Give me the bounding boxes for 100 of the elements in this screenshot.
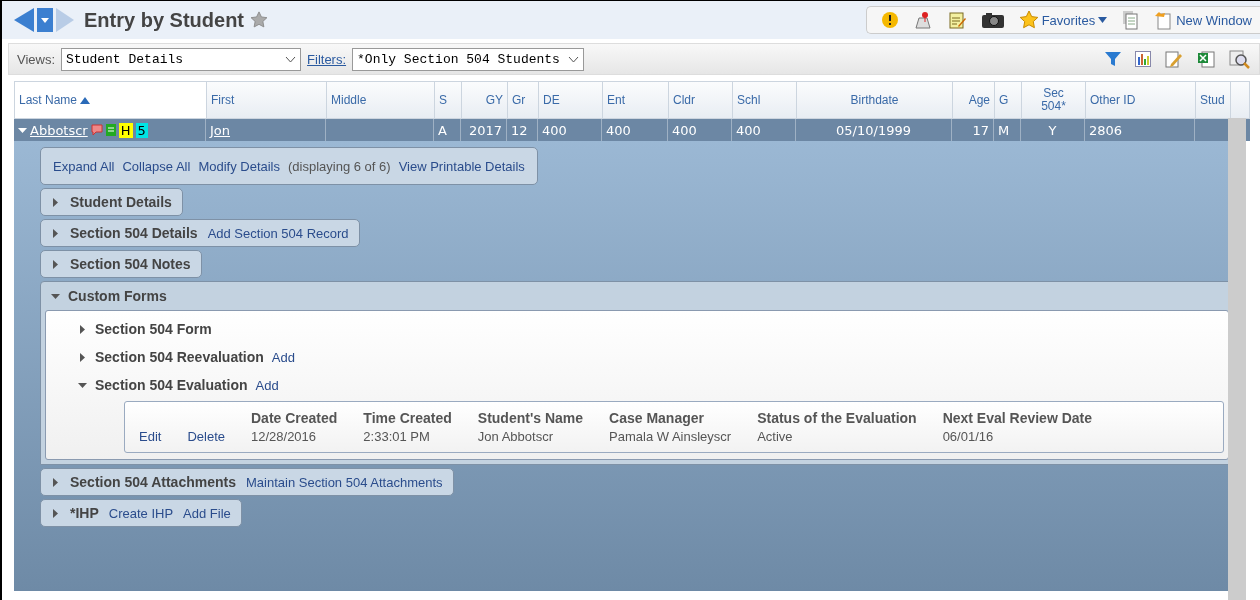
caret-right-icon[interactable]: [78, 352, 87, 362]
table-cell: 2017: [468, 122, 502, 138]
action-link[interactable]: Expand All: [53, 158, 115, 174]
action-link[interactable]: Modify Details: [198, 158, 280, 174]
window-icon: [1153, 10, 1174, 30]
chevron-down-icon[interactable]: [285, 55, 297, 63]
field-value: 06/01/16: [942, 429, 995, 444]
column-header[interactable]: G: [995, 82, 1022, 118]
student-link[interactable]: Abbotscr: [30, 122, 88, 138]
section-header[interactable]: Section 504 Notes: [40, 250, 202, 278]
caret-right-icon[interactable]: [78, 324, 87, 334]
column-header[interactable]: Birthdate: [797, 82, 953, 118]
field-label: Next Eval Review Date: [942, 410, 1093, 426]
column-header[interactable]: GY: [462, 82, 508, 118]
views-dropdown[interactable]: Student Details: [61, 47, 302, 71]
field-value: 12/28/2016: [251, 429, 318, 444]
field-value: 2:33:01 PM: [363, 429, 431, 444]
add-link[interactable]: Add Section 504 Record: [207, 225, 349, 241]
back-arrow-icon[interactable]: [14, 8, 34, 32]
notepad-icon[interactable]: [946, 10, 967, 30]
scrollbar[interactable]: [1228, 118, 1246, 600]
form-title[interactable]: Section 504 Reevaluation: [95, 349, 264, 365]
caret-right-icon[interactable]: [51, 477, 60, 487]
section-header[interactable]: Student Details: [40, 188, 183, 216]
dropdown-icon[interactable]: [37, 8, 53, 32]
action-link[interactable]: Collapse All: [122, 158, 191, 174]
new-window-button[interactable]: New Window: [1153, 10, 1252, 30]
caret-right-icon[interactable]: [51, 259, 60, 269]
column-header[interactable]: Stud: [1196, 82, 1231, 118]
table-cell: 12: [511, 122, 528, 138]
table-cell: M: [998, 122, 1010, 138]
table-cell: 400: [736, 122, 761, 138]
document-icon[interactable]: [1121, 10, 1140, 30]
add-link[interactable]: Add: [271, 349, 295, 365]
record-action-link[interactable]: Edit: [139, 429, 162, 444]
field-value: Active: [757, 429, 794, 444]
first-name-link[interactable]: Jon: [210, 122, 231, 138]
caret-down-icon[interactable]: [51, 291, 60, 301]
caret-right-icon[interactable]: [51, 508, 60, 518]
favorites-menu[interactable]: Favorites: [1018, 10, 1108, 30]
section-header[interactable]: *IHP Create IHP Add File: [40, 499, 242, 527]
camera-icon[interactable]: [980, 11, 1005, 29]
caret-down-icon[interactable]: [18, 125, 27, 135]
column-header[interactable]: First: [207, 82, 327, 118]
action-link[interactable]: View Printable Details: [398, 158, 525, 174]
field-label: Status of the Evaluation: [757, 410, 917, 426]
column-header[interactable]: Last Name: [15, 82, 207, 118]
column-header[interactable]: DE: [539, 82, 603, 118]
spreadsheet-icon[interactable]: [1197, 50, 1215, 68]
record-action-link[interactable]: Delete: [187, 429, 225, 444]
page-title: Entry by Student: [84, 8, 244, 32]
field-label: Student's Name: [477, 410, 584, 426]
alert-icon[interactable]: [880, 11, 899, 29]
table-cell: 17: [972, 122, 989, 138]
column-header[interactable]: Age: [953, 82, 995, 118]
filter-icon[interactable]: [1105, 51, 1121, 67]
print-preview-icon[interactable]: [1229, 49, 1251, 69]
column-header[interactable]: Ent: [603, 82, 669, 118]
filters-link[interactable]: Filters:: [307, 51, 347, 67]
field-label: Case Manager: [609, 410, 705, 426]
table-cell: 400: [606, 122, 631, 138]
add-link[interactable]: Add: [255, 377, 279, 393]
field-label: Date Created: [251, 410, 338, 426]
field-value: Jon Abbotscr: [477, 429, 554, 444]
column-header[interactable]: Other ID: [1086, 82, 1196, 118]
map-pin-icon[interactable]: [912, 10, 933, 30]
section-title[interactable]: Custom Forms: [68, 288, 167, 304]
bar-chart-icon[interactable]: [1135, 51, 1151, 67]
form-title[interactable]: Section 504 Form: [95, 321, 212, 337]
caret-down-icon: [1098, 17, 1108, 23]
column-header[interactable]: Sec 504*: [1022, 82, 1086, 118]
column-header[interactable]: S: [435, 82, 462, 118]
star-icon: [1018, 10, 1039, 30]
table-cell: 400: [542, 122, 567, 138]
section-header[interactable]: Section 504 Details Add Section 504 Record: [40, 219, 360, 247]
chevron-down-icon[interactable]: [567, 55, 579, 63]
sort-arrow-icon: [80, 96, 91, 104]
section-header[interactable]: Section 504 Attachments Maintain Section 504 Attachments: [40, 468, 454, 496]
caret-right-icon[interactable]: [51, 228, 60, 238]
column-header[interactable]: Middle: [327, 82, 435, 118]
table-cell: Y: [1048, 122, 1057, 138]
table-cell: 2806: [1089, 122, 1123, 138]
star-icon[interactable]: [250, 11, 268, 29]
caret-right-icon[interactable]: [51, 197, 60, 207]
field-label: Time Created: [363, 410, 452, 426]
caret-down-icon[interactable]: [78, 380, 87, 390]
filters-dropdown[interactable]: *Only Section 504 Students: [352, 47, 584, 71]
add-link[interactable]: Create IHP: [108, 505, 174, 521]
add-link[interactable]: Maintain Section 504 Attachments: [246, 474, 443, 490]
views-label: Views:: [17, 51, 56, 67]
column-header[interactable]: Gr: [508, 82, 539, 118]
form-title[interactable]: Section 504 Evaluation: [95, 377, 248, 393]
display-count: (displaying 6 of 6): [288, 158, 391, 174]
status-badge: 5: [135, 122, 148, 138]
table-cell: 400: [672, 122, 697, 138]
add-link[interactable]: Add File: [183, 505, 231, 521]
column-header[interactable]: Schl: [733, 82, 797, 118]
table-cell: 05/10/1999: [836, 122, 911, 138]
column-header[interactable]: Cldr: [669, 82, 733, 118]
status-badge: H: [118, 122, 133, 138]
